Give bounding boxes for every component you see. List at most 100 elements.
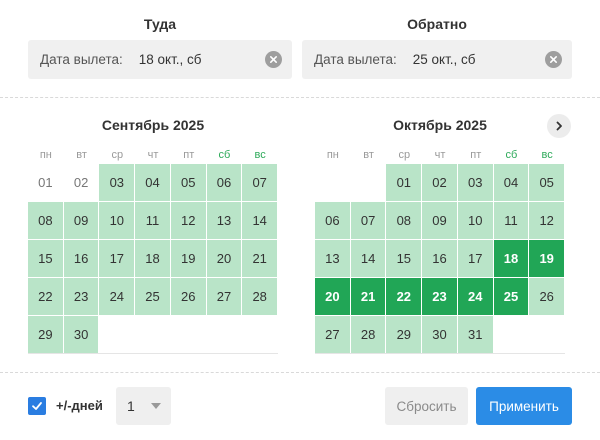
day-cell[interactable]: 19	[170, 240, 207, 277]
day-cell[interactable]: 03	[99, 164, 136, 201]
selected-day-cell[interactable]: 18	[493, 240, 530, 277]
outbound-header: Туда	[143, 16, 177, 32]
selected-day-cell[interactable]: 19	[529, 240, 566, 277]
clear-return-icon[interactable]	[545, 51, 562, 68]
day-cell[interactable]: 27	[315, 316, 351, 353]
week-row: 29 30	[28, 316, 279, 354]
day-cell[interactable]: 16	[422, 240, 458, 277]
day-cell[interactable]: 28	[350, 316, 387, 353]
day-cell[interactable]: 22	[28, 278, 64, 315]
next-month-button[interactable]	[547, 114, 571, 138]
weekday-label: вс	[254, 149, 266, 161]
day-cell[interactable]: 29	[386, 316, 423, 353]
day-cell[interactable]: 31	[457, 316, 494, 353]
day-cell[interactable]: 12	[529, 202, 566, 239]
day-cell[interactable]: 30	[422, 316, 458, 353]
day-cell[interactable]: 05	[170, 164, 207, 201]
day-cell[interactable]: 21	[242, 240, 279, 277]
return-date-field[interactable]: Дата вылета: 25 окт., сб	[302, 40, 572, 79]
divider-top	[0, 97, 600, 98]
day-cell[interactable]: 27	[206, 278, 243, 315]
selected-day-cell[interactable]: 20	[315, 278, 351, 315]
day-cell[interactable]: 20	[206, 240, 243, 277]
day-cell[interactable]: 14	[242, 202, 279, 239]
day-cell[interactable]: 01	[386, 164, 423, 201]
return-header: Обратно	[407, 16, 467, 32]
weekday-label: ср	[111, 149, 124, 161]
reset-button[interactable]: Сбросить	[385, 387, 468, 425]
day-cell[interactable]: 25	[135, 278, 171, 315]
day-cell: 02	[64, 164, 100, 201]
day-cell[interactable]: 07	[350, 202, 387, 239]
selected-day-cell[interactable]: 24	[457, 278, 494, 315]
day-cell[interactable]: 23	[63, 278, 100, 315]
apply-button[interactable]: Применить	[476, 387, 572, 425]
day-cell[interactable]: 05	[529, 164, 566, 201]
caret-down-icon	[151, 403, 161, 409]
day-cell[interactable]: 11	[135, 202, 171, 239]
flex-days-value: 1	[127, 398, 135, 414]
chevron-right-icon	[556, 121, 562, 131]
selected-day-cell[interactable]: 21	[350, 278, 387, 315]
day-cell[interactable]: 09	[63, 202, 100, 239]
selected-day-cell[interactable]: 23	[422, 278, 458, 315]
day-cell[interactable]: 10	[99, 202, 136, 239]
day-cell[interactable]: 28	[242, 278, 279, 315]
calendar-month-september: Сентябрь 2025 пн вт ср чт пт сб вс 01 02 03 04 05 0…	[28, 114, 279, 354]
day-cell[interactable]: 09	[422, 202, 458, 239]
day-cell[interactable]: 07	[242, 164, 279, 201]
day-cell[interactable]: 15	[386, 240, 423, 277]
empty-day-cell	[171, 316, 207, 353]
day-cell[interactable]: 08	[386, 202, 423, 239]
day-cell[interactable]: 13	[206, 202, 243, 239]
day-cell[interactable]: 15	[28, 240, 64, 277]
flex-days-label: +/-дней	[56, 398, 103, 413]
day-cell[interactable]: 30	[63, 316, 100, 353]
day-cell[interactable]: 17	[99, 240, 136, 277]
day-cell[interactable]: 18	[135, 240, 171, 277]
day-cell[interactable]: 16	[63, 240, 100, 277]
flex-days-checkbox[interactable]	[28, 397, 46, 415]
day-cell[interactable]: 29	[28, 316, 64, 353]
outbound-field-label: Дата вылета:	[40, 52, 123, 67]
day-cell[interactable]: 03	[457, 164, 494, 201]
day-cell: 01	[28, 164, 64, 201]
clear-outbound-icon[interactable]	[265, 51, 282, 68]
day-cell[interactable]: 17	[457, 240, 494, 277]
month-grid: 01 02 03 04 05 06 07 08 09 10 11 12 13 14 15 16 17 18 19 20…	[28, 164, 279, 354]
weekday-label: пн	[326, 149, 339, 161]
selected-day-cell[interactable]: 25	[493, 278, 530, 315]
week-row: 22 23 24 25 26 27 28	[28, 278, 279, 316]
weekday-label: сб	[505, 149, 518, 161]
empty-day-cell	[135, 316, 171, 353]
weekday-label: вт	[363, 149, 374, 161]
day-cell[interactable]: 06	[315, 202, 351, 239]
week-row: 01 02 03 04 05 06 07	[28, 164, 279, 202]
weekday-row: пн вт ср чт пт сб вс	[28, 146, 278, 164]
day-cell[interactable]: 13	[315, 240, 351, 277]
divider-bottom	[0, 372, 600, 373]
weekday-label: вс	[541, 149, 553, 161]
day-cell[interactable]: 24	[99, 278, 136, 315]
day-cell[interactable]: 12	[170, 202, 207, 239]
day-cell[interactable]: 06	[206, 164, 243, 201]
empty-day-cell	[529, 316, 566, 353]
return-field-label: Дата вылета:	[314, 52, 397, 67]
outbound-date-field[interactable]: Дата вылета: 18 окт., сб	[28, 40, 292, 79]
empty-day-cell	[99, 316, 136, 353]
day-cell[interactable]: 04	[493, 164, 530, 201]
week-row: 01 02 03 04 05	[315, 164, 566, 202]
day-cell[interactable]: 08	[28, 202, 64, 239]
flex-days-select[interactable]: 1	[116, 387, 171, 425]
day-cell[interactable]: 11	[493, 202, 530, 239]
week-row: 27 28 29 30 31	[315, 316, 566, 354]
day-cell[interactable]: 26	[170, 278, 207, 315]
week-row: 13 14 15 16 17 18 19	[315, 240, 566, 278]
day-cell[interactable]: 26	[529, 278, 566, 315]
day-cell[interactable]: 02	[422, 164, 458, 201]
day-cell[interactable]: 14	[350, 240, 387, 277]
day-cell[interactable]: 04	[135, 164, 171, 201]
day-cell[interactable]: 10	[457, 202, 494, 239]
selected-day-cell[interactable]: 22	[386, 278, 423, 315]
empty-day-cell	[351, 164, 387, 201]
